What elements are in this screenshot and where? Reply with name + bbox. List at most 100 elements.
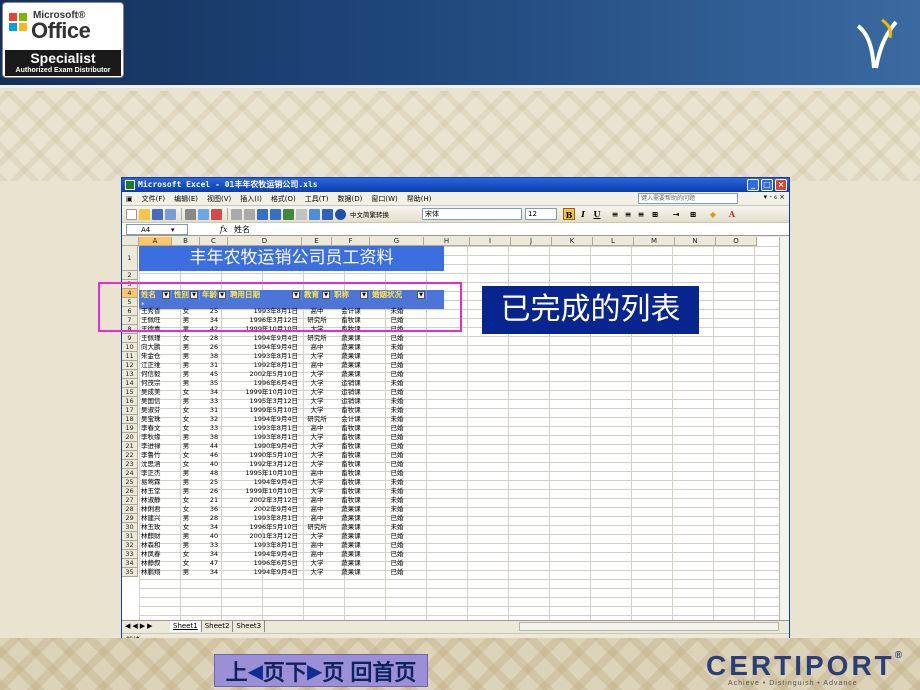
- table-row[interactable]: 林鹏翔男 34 1994年9月4日 大学 蔬果课 已婚: [139, 568, 424, 577]
- table-row[interactable]: 林静叙女 47 1996年6月5日 大学 蔬果课 已婚: [139, 559, 424, 568]
- table-cell[interactable]: 47: [200, 559, 228, 568]
- table-cell[interactable]: 女: [172, 460, 200, 469]
- next-page-label[interactable]: 页: [322, 655, 344, 687]
- table-cell[interactable]: 李春文: [139, 424, 172, 433]
- align-left-icon[interactable]: ≡: [609, 208, 621, 220]
- table-cell[interactable]: 38: [200, 352, 228, 361]
- table-cell[interactable]: 男: [172, 352, 200, 361]
- table-cell[interactable]: 畜牧课: [332, 406, 370, 415]
- tab-sheet2[interactable]: Sheet2: [202, 621, 234, 632]
- table-cell[interactable]: 已婚: [370, 568, 424, 577]
- borders-icon[interactable]: ⊞: [687, 208, 699, 220]
- chart-wizard-icon[interactable]: [322, 208, 333, 220]
- table-cell[interactable]: 畜牧课: [332, 487, 370, 496]
- table-cell[interactable]: 1999年5月10日: [228, 406, 302, 415]
- table-cell[interactable]: 未婚: [370, 379, 424, 388]
- table-cell[interactable]: 男: [172, 343, 200, 352]
- table-cell[interactable]: 蔬果课: [332, 559, 370, 568]
- table-cell[interactable]: 已婚: [370, 352, 424, 361]
- table-cell[interactable]: 1994年9月4日: [228, 343, 302, 352]
- table-cell[interactable]: 已婚: [370, 424, 424, 433]
- table-cell[interactable]: 已婚: [370, 442, 424, 451]
- print-preview-icon[interactable]: [198, 208, 209, 220]
- font-size-select[interactable]: 12: [525, 208, 557, 220]
- table-cell[interactable]: 未婚: [370, 415, 424, 424]
- chevron-down-icon[interactable]: ▾: [171, 225, 175, 235]
- bold-button[interactable]: B: [563, 208, 575, 220]
- table-cell[interactable]: 1994年9月4日: [228, 568, 302, 577]
- table-cell[interactable]: 女: [172, 388, 200, 397]
- table-cell[interactable]: 李秋缘: [139, 433, 172, 442]
- table-cell[interactable]: 大学: [302, 487, 332, 496]
- table-cell[interactable]: 1992年3月12日: [228, 460, 302, 469]
- table-cell[interactable]: 28: [200, 334, 228, 343]
- table-cell[interactable]: 大学: [302, 352, 332, 361]
- table-row[interactable]: 林森和男 33 1993年8月1日 高中 蔬果课 已婚: [139, 541, 424, 550]
- table-cell[interactable]: 1995年10月10日: [228, 469, 302, 478]
- table-cell[interactable]: 已婚: [370, 532, 424, 541]
- table-cell[interactable]: 女: [172, 505, 200, 514]
- prev-page-label[interactable]: 页: [263, 655, 285, 687]
- table-cell[interactable]: 高中: [302, 514, 332, 523]
- fill-color-icon[interactable]: ◆: [707, 208, 719, 220]
- table-cell[interactable]: 1995年3月12日: [228, 397, 302, 406]
- column-header[interactable]: D: [228, 237, 302, 246]
- italic-button[interactable]: I: [577, 208, 589, 220]
- table-row[interactable]: 吴成美女 34 1999年10月10日 大学 运销课 已婚: [139, 388, 424, 397]
- table-cell[interactable]: 王佩瑾: [139, 334, 172, 343]
- table-cell[interactable]: 林淑静: [139, 496, 172, 505]
- table-cell[interactable]: 林玉玫: [139, 523, 172, 532]
- table-cell[interactable]: 大学: [302, 568, 332, 577]
- table-cell[interactable]: 高中: [302, 496, 332, 505]
- table-cell[interactable]: 男: [172, 379, 200, 388]
- row-header[interactable]: 1: [122, 246, 138, 271]
- table-cell[interactable]: 1990年9月4日: [228, 442, 302, 451]
- table-cell[interactable]: 女: [172, 415, 200, 424]
- table-cell[interactable]: 向大鹏: [139, 343, 172, 352]
- table-cell[interactable]: 大学: [302, 433, 332, 442]
- table-cell[interactable]: 35: [200, 379, 228, 388]
- table-cell[interactable]: 女: [172, 334, 200, 343]
- table-cell[interactable]: 男: [172, 541, 200, 550]
- table-cell[interactable]: 研究所: [302, 415, 332, 424]
- table-cell[interactable]: 蔬果课: [332, 361, 370, 370]
- table-cell[interactable]: 大学: [302, 370, 332, 379]
- table-cell[interactable]: 林玉堂: [139, 487, 172, 496]
- table-cell[interactable]: 会计课: [332, 415, 370, 424]
- table-cell[interactable]: 男: [172, 433, 200, 442]
- table-row[interactable]: 吴淑芬女 31 1999年5月10日 大学 畜牧课 未婚: [139, 406, 424, 415]
- table-row[interactable]: 沈思涵女 40 1992年3月12日 大学 畜牧课 已婚: [139, 460, 424, 469]
- column-header[interactable]: O: [716, 237, 757, 246]
- table-cell[interactable]: 已婚: [370, 460, 424, 469]
- row-header[interactable]: 27: [122, 496, 138, 505]
- table-cell[interactable]: 1993年8月1日: [228, 352, 302, 361]
- table-cell[interactable]: 女: [172, 559, 200, 568]
- row-header[interactable]: 31: [122, 532, 138, 541]
- table-cell[interactable]: 1993年8月1日: [228, 433, 302, 442]
- table-cell[interactable]: 李进禄: [139, 442, 172, 451]
- redo-icon[interactable]: [270, 208, 281, 220]
- table-cell[interactable]: 40: [200, 460, 228, 469]
- table-row[interactable]: 朱金仓男 38 1993年8月1日 大学 蔬果课 已婚: [139, 352, 424, 361]
- table-cell[interactable]: 2002年9月4日: [228, 505, 302, 514]
- table-cell[interactable]: 已婚: [370, 559, 424, 568]
- table-cell[interactable]: 畜牧课: [332, 451, 370, 460]
- open-icon[interactable]: [139, 208, 150, 220]
- fx-icon[interactable]: fx: [220, 225, 227, 234]
- table-cell[interactable]: 运销课: [332, 388, 370, 397]
- table-cell[interactable]: 女: [172, 406, 200, 415]
- table-cell[interactable]: 已婚: [370, 469, 424, 478]
- table-cell[interactable]: 26: [200, 343, 228, 352]
- table-cell[interactable]: 40: [200, 532, 228, 541]
- table-cell[interactable]: 已婚: [370, 361, 424, 370]
- table-cell[interactable]: 林建兴: [139, 514, 172, 523]
- row-header[interactable]: 35: [122, 568, 138, 577]
- doc-icon[interactable]: ▣: [126, 195, 133, 203]
- table-cell[interactable]: 31: [200, 406, 228, 415]
- sheet-nav-arrows[interactable]: ◀◀▶▶: [125, 621, 155, 632]
- table-cell[interactable]: 畜牧课: [332, 433, 370, 442]
- table-cell[interactable]: 45: [200, 370, 228, 379]
- tab-sheet1[interactable]: Sheet1: [170, 621, 202, 632]
- table-cell[interactable]: 男: [172, 469, 200, 478]
- row-header[interactable]: 2: [122, 271, 138, 280]
